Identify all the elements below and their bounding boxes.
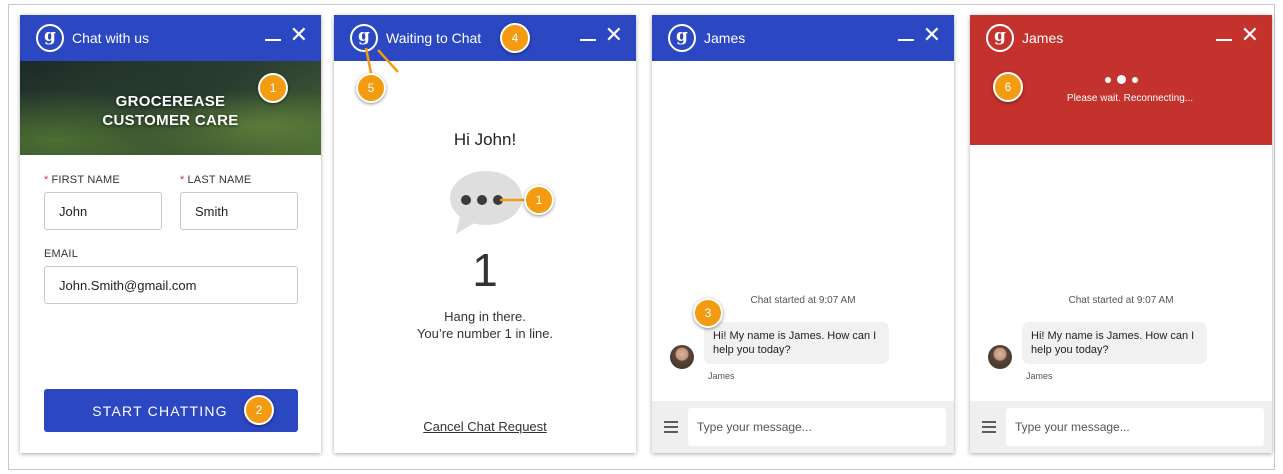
header-title: Waiting to Chat bbox=[386, 30, 482, 46]
message-input[interactable]: Type your message... bbox=[1006, 408, 1264, 446]
greeting: Hi John! bbox=[453, 130, 517, 149]
email-label: EMAIL bbox=[44, 248, 79, 260]
agent-title: James bbox=[1022, 30, 1064, 46]
queue-position: 1 bbox=[472, 244, 498, 296]
callout-6-reconnecting: 6 bbox=[993, 72, 1023, 102]
reconnecting-header: g James ✕ bbox=[970, 15, 1272, 61]
queue-message: Hang in there. You’re number 1 in line. bbox=[416, 309, 554, 341]
close-icon[interactable]: ✕ bbox=[605, 25, 623, 47]
header-title: Chat with us bbox=[72, 30, 150, 46]
brand-logo-icon: g bbox=[36, 24, 64, 52]
agent-title: James bbox=[704, 30, 746, 46]
chat-transcript: Chat started at 9:07 AM Hi! My name is J… bbox=[652, 61, 954, 401]
chat-transcript: Chat started at 9:07 AM Hi! My name is J… bbox=[970, 145, 1272, 401]
first-name-label: * FIRST NAME bbox=[44, 174, 120, 186]
email-input[interactable]: John.Smith@gmail.com bbox=[44, 266, 298, 304]
first-name-input[interactable]: John bbox=[44, 192, 162, 230]
waiting-header: g Waiting to Chat ✕ bbox=[334, 15, 636, 61]
callout-1-banner: 1 bbox=[258, 73, 288, 103]
chat-header: g James ✕ bbox=[652, 15, 954, 61]
agent-message: Hi! My name is James. How can I help you… bbox=[704, 322, 889, 364]
close-icon[interactable]: ✕ bbox=[1241, 25, 1259, 47]
callout-3-message: 3 bbox=[693, 298, 723, 328]
last-name-label: * LAST NAME bbox=[180, 174, 252, 186]
menu-icon[interactable] bbox=[982, 421, 996, 433]
callout-2-start: 2 bbox=[244, 395, 274, 425]
callout-1-typing: 1 bbox=[524, 185, 554, 215]
agent-name: James bbox=[1026, 371, 1053, 381]
banner-title-line2: CUSTOMER CARE bbox=[102, 112, 239, 129]
close-icon[interactable]: ✕ bbox=[290, 25, 308, 47]
minimize-icon[interactable] bbox=[580, 39, 596, 41]
chat-panel: g James ✕ Chat started at 9:07 AM Hi! My… bbox=[652, 15, 954, 453]
minimize-icon[interactable] bbox=[265, 39, 281, 41]
message-input[interactable]: Type your message... bbox=[688, 408, 946, 446]
close-icon[interactable]: ✕ bbox=[923, 25, 941, 47]
typing-bubble-icon bbox=[446, 170, 526, 236]
minimize-icon[interactable] bbox=[1216, 39, 1232, 41]
agent-message: Hi! My name is James. How can I help you… bbox=[1022, 322, 1207, 364]
callout-4-title: 4 bbox=[500, 23, 530, 53]
prechat-header: g Chat with us ✕ bbox=[20, 15, 321, 61]
agent-name: James bbox=[708, 371, 735, 381]
minimize-icon[interactable] bbox=[898, 39, 914, 41]
agent-avatar bbox=[670, 345, 694, 369]
brand-logo-icon: g bbox=[986, 24, 1014, 52]
cancel-chat-request-link[interactable]: Cancel Chat Request bbox=[334, 419, 636, 434]
chat-started-label: Chat started at 9:07 AM bbox=[1068, 295, 1174, 306]
required-mark: * bbox=[44, 174, 49, 186]
brand-logo-icon: g bbox=[668, 24, 696, 52]
brand-logo-icon: g bbox=[350, 24, 378, 52]
menu-icon[interactable] bbox=[664, 421, 678, 433]
last-name-input[interactable]: Smith bbox=[180, 192, 298, 230]
required-mark: * bbox=[180, 174, 185, 186]
agent-avatar bbox=[988, 345, 1012, 369]
callout-5-logo: 5 bbox=[356, 73, 386, 103]
